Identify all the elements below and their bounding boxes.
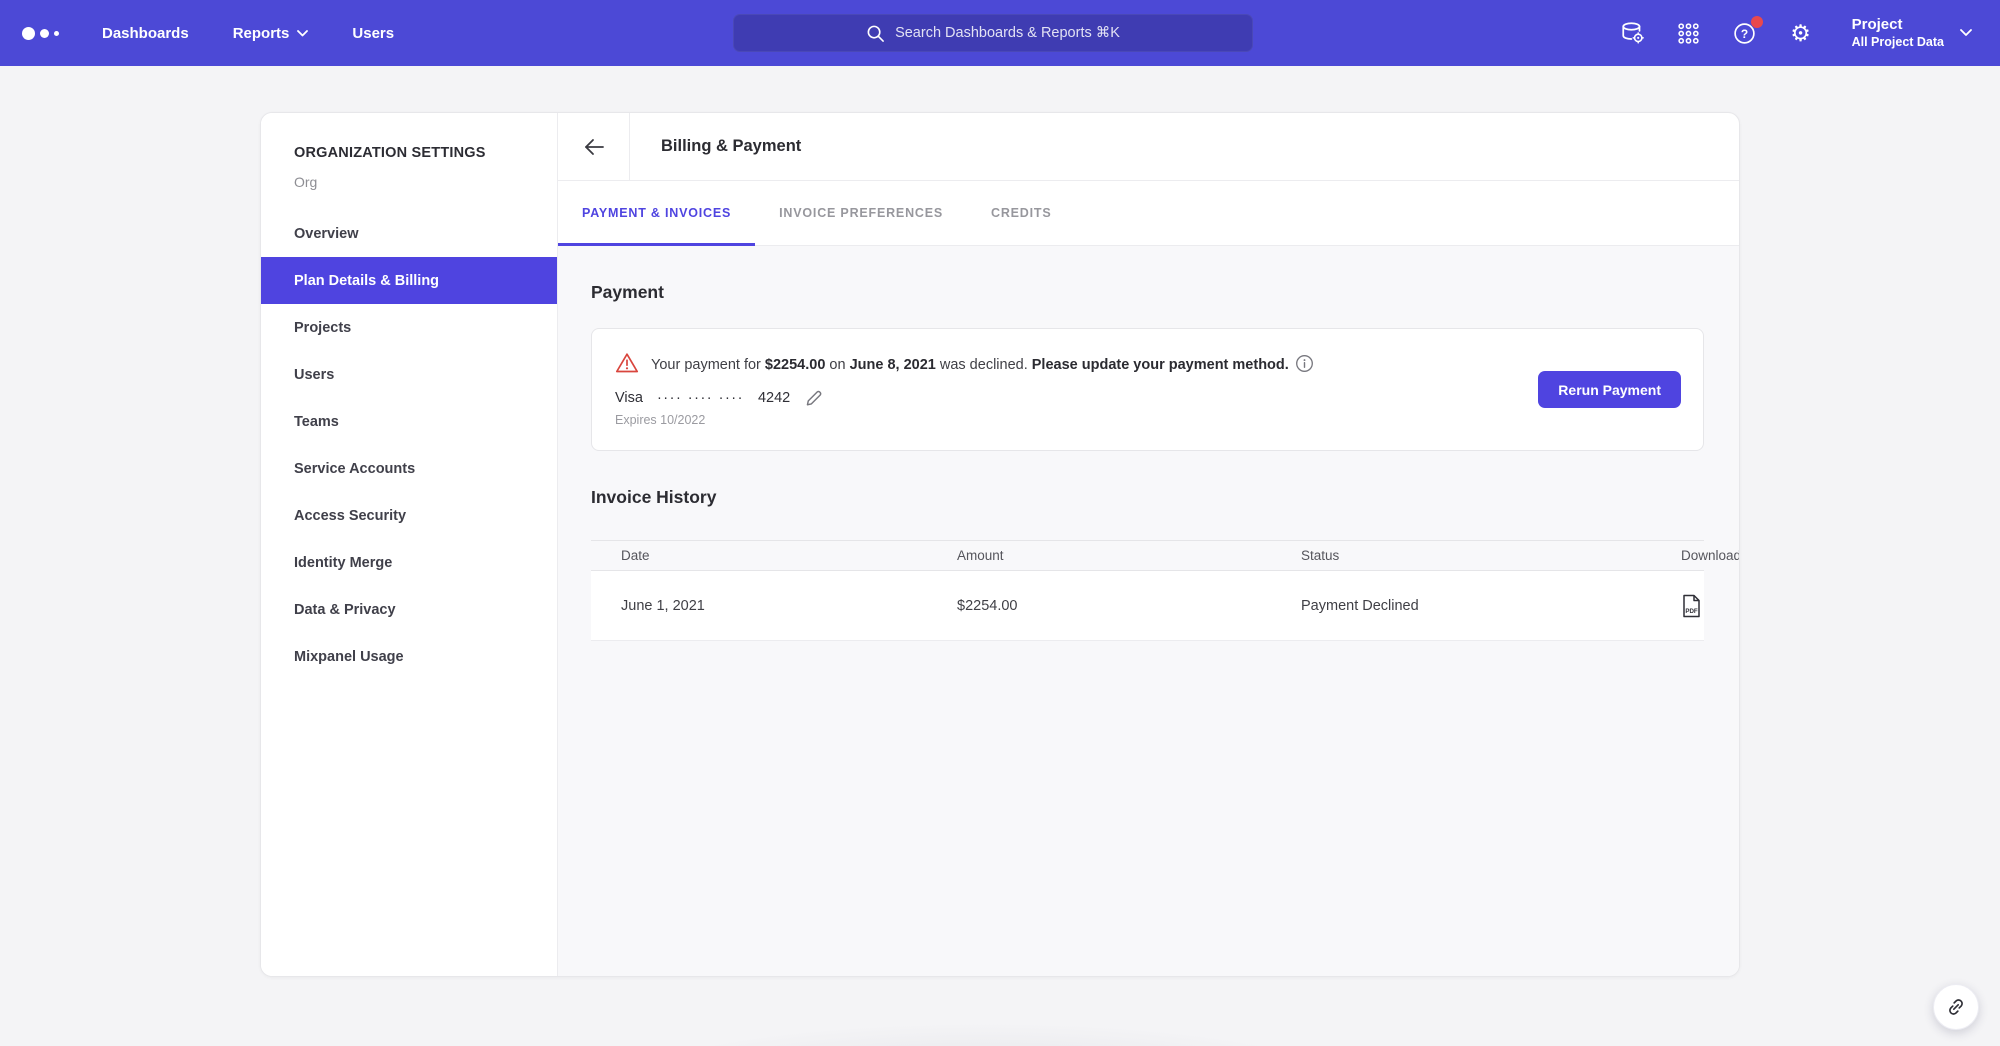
navbar-right-cluster: ? ⚙ Project All Project Data: [1620, 16, 1972, 50]
sidebar-item-plan-details-billing[interactable]: Plan Details & Billing: [261, 257, 557, 304]
alert-date: June 8, 2021: [850, 357, 936, 373]
tab-payment-invoices[interactable]: PAYMENT & INVOICES: [558, 181, 755, 245]
pdf-file-icon: PDF: [1681, 594, 1702, 618]
project-label: Project: [1852, 16, 1944, 35]
sidebar-item-mixpanel-usage[interactable]: Mixpanel Usage: [261, 633, 557, 680]
back-button[interactable]: [558, 113, 629, 180]
search-icon: [866, 24, 885, 43]
project-switcher[interactable]: Project All Project Data: [1852, 16, 1972, 50]
edit-payment-method-button[interactable]: [804, 387, 825, 408]
card-expiry: Expires 10/2022: [615, 413, 1679, 427]
logo-dot: [22, 27, 35, 40]
payment-section-title: Payment: [591, 282, 1704, 303]
apps-grid-icon[interactable]: [1676, 20, 1702, 46]
nav-reports-label: Reports: [233, 25, 290, 42]
org-settings-sidebar: ORGANIZATION SETTINGS Org Overview Plan …: [261, 113, 558, 976]
billing-tabs: PAYMENT & INVOICES INVOICE PREFERENCES C…: [558, 181, 1739, 246]
warning-icon: [615, 352, 639, 374]
payment-method-row: Visa ···· ···· ···· 4242: [615, 387, 1679, 408]
notification-badge: [1751, 16, 1763, 28]
gear-icon[interactable]: ⚙: [1788, 20, 1814, 46]
help-icon[interactable]: ?: [1732, 20, 1758, 46]
card-masked-digits: ···· ···· ····: [657, 390, 744, 406]
sidebar-title: ORGANIZATION SETTINGS: [261, 145, 557, 161]
mixpanel-logo[interactable]: [22, 27, 68, 40]
download-pdf-button[interactable]: PDF: [1681, 594, 1702, 618]
gear-glyph: ⚙: [1790, 22, 1811, 45]
tab-content: Payment Your payment for $2254.00 on Jun…: [558, 246, 1739, 976]
alert-action: Please update your payment method.: [1032, 357, 1289, 373]
card-last4: 4242: [758, 390, 790, 406]
org-name: Org: [261, 174, 557, 190]
chevron-down-icon: [1960, 29, 1972, 37]
svg-text:?: ?: [1741, 26, 1748, 40]
pencil-icon: [804, 387, 825, 408]
copy-link-button[interactable]: [1933, 984, 1979, 1030]
logo-dot: [40, 29, 49, 38]
data-management-icon[interactable]: [1620, 20, 1646, 46]
arrow-left-icon: [583, 138, 605, 156]
primary-nav: Dashboards Reports Users: [102, 25, 394, 42]
project-switcher-text: Project All Project Data: [1852, 16, 1944, 50]
rerun-payment-button[interactable]: Rerun Payment: [1538, 371, 1681, 408]
invoice-history-title: Invoice History: [591, 487, 1704, 508]
sidebar-item-identity-merge[interactable]: Identity Merge: [261, 539, 557, 586]
column-amount: Amount: [957, 548, 1301, 563]
alert-prefix: Your payment for: [651, 357, 765, 373]
sidebar-item-projects[interactable]: Projects: [261, 304, 557, 351]
top-navbar: Dashboards Reports Users Search Dashboar…: [0, 0, 2000, 66]
payment-card: Your payment for $2254.00 on June 8, 202…: [591, 328, 1704, 451]
sidebar-item-data-privacy[interactable]: Data & Privacy: [261, 586, 557, 633]
project-value: All Project Data: [1852, 35, 1944, 51]
sidebar-item-access-security[interactable]: Access Security: [261, 492, 557, 539]
logo-dot: [54, 31, 59, 36]
invoice-status: Payment Declined: [1301, 598, 1681, 614]
page-header: Billing & Payment: [558, 113, 1739, 181]
below-fold-shadow: [595, 1022, 1375, 1046]
column-date: Date: [591, 548, 957, 563]
sidebar-item-teams[interactable]: Teams: [261, 398, 557, 445]
column-download: Download: [1681, 548, 1740, 563]
search-placeholder: Search Dashboards & Reports ⌘K: [895, 25, 1120, 41]
sidebar-nav: Overview Plan Details & Billing Projects…: [261, 210, 557, 680]
alert-mid: on: [825, 357, 849, 373]
card-brand: Visa: [615, 390, 643, 406]
billing-main-panel: Billing & Payment PAYMENT & INVOICES INV…: [558, 113, 1739, 976]
invoice-table-header: Date Amount Status Download: [591, 540, 1704, 571]
invoice-table: Date Amount Status Download June 1, 2021…: [591, 540, 1704, 641]
grid-glyph: [1676, 21, 1701, 46]
alert-message: Your payment for $2254.00 on June 8, 202…: [651, 354, 1314, 373]
alert-suffix: was declined.: [936, 357, 1032, 373]
payment-declined-alert: Your payment for $2254.00 on June 8, 202…: [615, 352, 1679, 374]
invoice-date: June 1, 2021: [591, 598, 957, 614]
column-status: Status: [1301, 548, 1681, 563]
sidebar-item-users[interactable]: Users: [261, 351, 557, 398]
info-icon[interactable]: [1295, 354, 1314, 373]
nav-reports[interactable]: Reports: [233, 25, 309, 42]
nav-dashboards[interactable]: Dashboards: [102, 25, 189, 42]
sidebar-item-service-accounts[interactable]: Service Accounts: [261, 445, 557, 492]
database-glyph: [1620, 20, 1646, 46]
svg-text:PDF: PDF: [1685, 608, 1698, 615]
link-icon: [1945, 996, 1967, 1018]
settings-card: ORGANIZATION SETTINGS Org Overview Plan …: [260, 112, 1740, 977]
sidebar-item-overview[interactable]: Overview: [261, 210, 557, 257]
nav-users[interactable]: Users: [352, 25, 394, 42]
alert-amount: $2254.00: [765, 357, 825, 373]
tab-credits[interactable]: CREDITS: [967, 181, 1075, 245]
tab-invoice-preferences[interactable]: INVOICE PREFERENCES: [755, 181, 967, 245]
global-search-input[interactable]: Search Dashboards & Reports ⌘K: [733, 14, 1253, 52]
invoice-amount: $2254.00: [957, 598, 1301, 614]
invoice-row: June 1, 2021 $2254.00 Payment Declined P…: [591, 571, 1704, 641]
chevron-down-icon: [297, 30, 308, 37]
page-title: Billing & Payment: [630, 137, 801, 156]
